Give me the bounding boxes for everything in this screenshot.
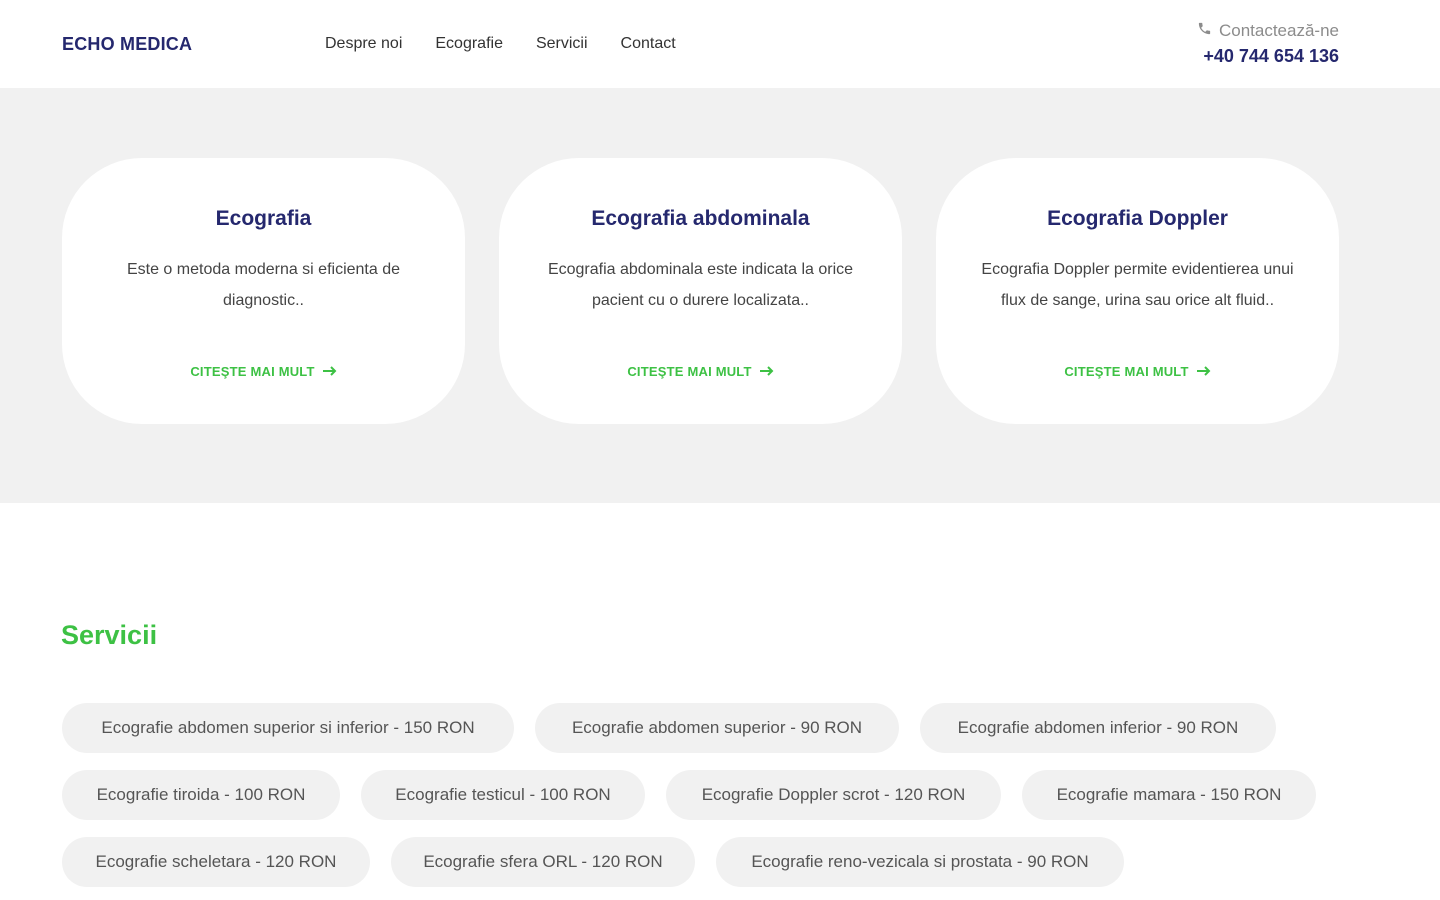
nav-item-despre-noi[interactable]: Despre noi <box>325 35 402 53</box>
contact-phone-link[interactable]: +40 744 654 136 <box>1203 46 1339 67</box>
read-more-link[interactable]: CITEŞTE MAI MULT <box>936 364 1339 379</box>
arrow-right-icon <box>322 364 337 379</box>
contact-label: Contactează-ne <box>1197 21 1339 41</box>
service-pill-abdomen-superior[interactable]: Ecografie abdomen superior - 90 RON <box>535 703 899 753</box>
service-pill-reno-vezicala-prostata[interactable]: Ecografie reno-vezicala si prostata - 90… <box>716 837 1124 887</box>
service-pill-tiroida[interactable]: Ecografie tiroida - 100 RON <box>62 770 340 820</box>
read-more-label: CITEŞTE MAI MULT <box>190 364 315 379</box>
main-nav: Despre noi Ecografie Servicii Contact <box>325 35 676 53</box>
nav-item-servicii[interactable]: Servicii <box>536 35 588 53</box>
logo[interactable]: ECHO MEDICA <box>62 34 192 55</box>
card-ecografia-doppler: Ecografia Doppler Ecografia Doppler perm… <box>936 158 1339 424</box>
card-title: Ecografia <box>215 207 312 230</box>
service-pill-doppler-scrot[interactable]: Ecografie Doppler scrot - 120 RON <box>666 770 1001 820</box>
site-header: ECHO MEDICA Despre noi Ecografie Servici… <box>0 0 1440 88</box>
ecografie-cards-section: Ecografia Este o metoda moderna si efici… <box>0 88 1440 503</box>
card-ecografia: Ecografia Este o metoda moderna si efici… <box>62 158 465 424</box>
nav-item-ecografie[interactable]: Ecografie <box>435 35 503 53</box>
card-text: Este o metoda moderna si eficienta de di… <box>126 261 401 309</box>
read-more-label: CITEŞTE MAI MULT <box>1064 364 1189 379</box>
arrow-right-icon <box>759 364 774 379</box>
service-pill-abdomen-superior-inferior[interactable]: Ecografie abdomen superior si inferior -… <box>62 703 514 753</box>
read-more-label: CITEŞTE MAI MULT <box>627 364 752 379</box>
read-more-link[interactable]: CITEŞTE MAI MULT <box>499 364 902 379</box>
services-title: Servicii <box>61 620 158 650</box>
card-text: Ecografia abdominala este indicata la or… <box>547 261 854 309</box>
service-pill-testicul[interactable]: Ecografie testicul - 100 RON <box>361 770 645 820</box>
service-pill-abdomen-inferior[interactable]: Ecografie abdomen inferior - 90 RON <box>920 703 1276 753</box>
card-text: Ecografia Doppler permite evidentierea u… <box>981 261 1294 309</box>
contact-label-text: Contactează-ne <box>1218 21 1339 40</box>
card-title: Ecografia Doppler <box>1047 207 1228 230</box>
arrow-right-icon <box>1196 364 1211 379</box>
service-pill-sfera-orl[interactable]: Ecografie sfera ORL - 120 RON <box>391 837 695 887</box>
phone-icon <box>1197 21 1212 41</box>
service-pill-mamara[interactable]: Ecografie mamara - 150 RON <box>1022 770 1316 820</box>
nav-item-contact[interactable]: Contact <box>621 35 676 53</box>
service-pill-scheletara[interactable]: Ecografie scheletara - 120 RON <box>62 837 370 887</box>
card-title: Ecografia abdominala <box>591 207 810 230</box>
read-more-link[interactable]: CITEŞTE MAI MULT <box>62 364 465 379</box>
card-ecografia-abdominala: Ecografia abdominala Ecografia abdominal… <box>499 158 902 424</box>
